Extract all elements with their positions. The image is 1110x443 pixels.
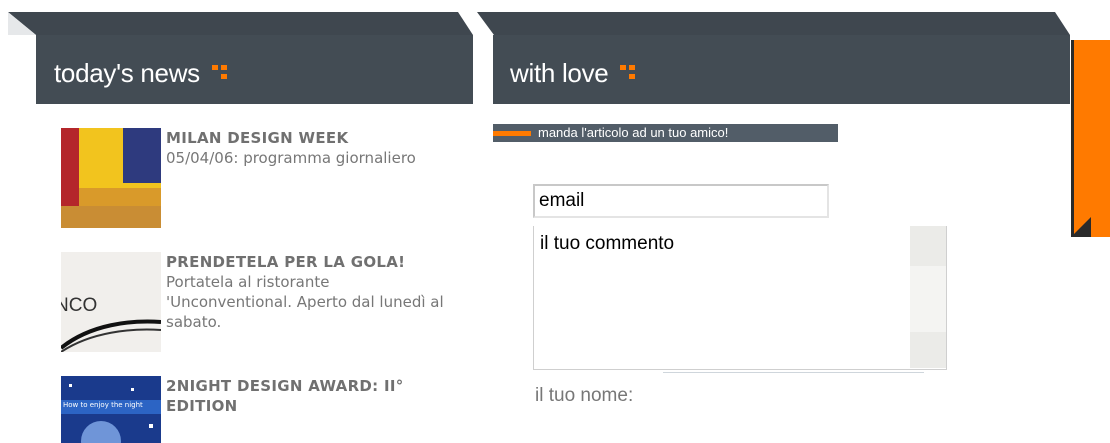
news-title-3[interactable]: 2NIGHT DESIGN AWARD: II° EDITION	[166, 376, 456, 416]
news-item-2[interactable]: NCO PRENDETELA PER LA GOLA! Portatela al…	[61, 252, 461, 352]
love-panel-title: with love	[510, 58, 609, 88]
orange-side-banner[interactable]	[1071, 40, 1110, 237]
send-to-friend-label: manda l'articolo ad un tuo amico!	[538, 125, 729, 140]
news-item-3[interactable]: How to enjoy the night 2NIGHT DESIGN AWA…	[61, 376, 461, 443]
comment-placeholder: il tuo commento	[540, 233, 675, 254]
news-title-1[interactable]: MILAN DESIGN WEEK	[166, 128, 456, 148]
scroll-up-button[interactable]	[910, 226, 946, 266]
news-thumbnail-3[interactable]: How to enjoy the night	[61, 376, 161, 443]
news-panel-header: today's news	[36, 35, 473, 104]
news-item-1[interactable]: MILAN DESIGN WEEK 05/04/06: programma gi…	[61, 128, 461, 228]
news-text-1: 05/04/06: programma giornaliero	[166, 149, 416, 167]
news-thumbnail-2[interactable]: NCO	[61, 252, 161, 352]
love-header-bevel	[477, 12, 1070, 35]
email-input[interactable]	[533, 184, 829, 218]
orange-dots-icon	[620, 63, 640, 83]
news-thumbnail-1[interactable]	[61, 128, 161, 228]
orange-bar-icon	[493, 131, 531, 136]
send-to-friend-banner[interactable]: manda l'articolo ad un tuo amico!	[493, 124, 838, 142]
comment-textarea[interactable]: il tuo commento	[533, 226, 947, 370]
news-panel-title: today's news	[54, 58, 200, 88]
comment-scrollbar[interactable]	[910, 226, 946, 368]
name-field-underline	[663, 372, 924, 373]
name-label: il tuo nome:	[535, 385, 634, 406]
news-thumbnail-3-label: How to enjoy the night	[63, 401, 143, 409]
orange-dots-icon	[211, 63, 232, 83]
news-text-2: Portatela al ristorante 'Unconventional.…	[166, 273, 444, 331]
scroll-down-button[interactable]	[910, 332, 946, 368]
news-header-bevel	[8, 12, 473, 35]
love-panel-header: with love	[493, 35, 1070, 104]
news-title-2[interactable]: PRENDETELA PER LA GOLA!	[166, 252, 456, 272]
